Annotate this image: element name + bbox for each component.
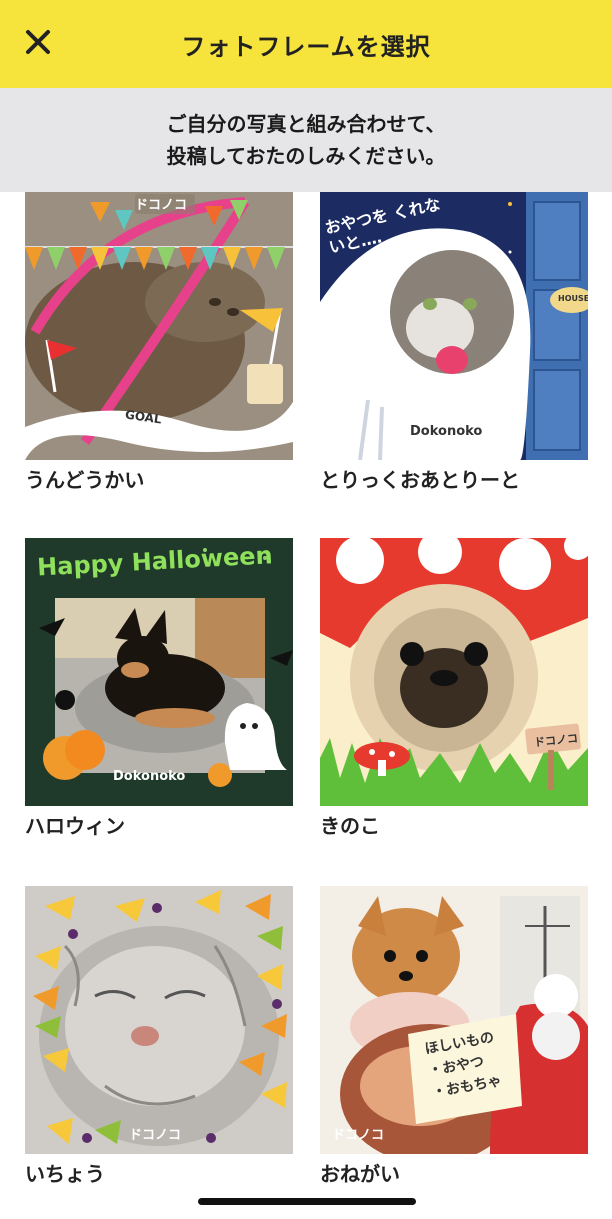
instruction-line-1: ご自分の写真と組み合わせて、 [166,112,446,136]
close-button[interactable] [18,22,58,62]
frame-thumbnail: Happy Halloween Dokonoko [25,538,293,806]
brand-tag: Dokonoko [410,424,483,439]
frame-card-halloween[interactable]: Happy Halloween Dokonoko ハロウィン [25,538,293,840]
frame-label: いちょう [25,1162,105,1186]
instruction-banner: ご自分の写真と組み合わせて、 投稿しておたのしみください。 [0,88,612,192]
house-sign: HOUSE [558,294,588,303]
page-title: フォトフレームを選択 [181,32,431,61]
brand-tag: Dokonoko [113,769,186,784]
frame-card-sports-day[interactable]: ドコノコ GOAL うんどうかい [25,192,293,494]
brand-tag: ドコノコ [129,1128,182,1143]
frame-card-mushroom[interactable]: ドコノコ きのこ [320,538,588,840]
home-indicator[interactable] [198,1198,416,1205]
frame-label: きのこ [320,814,380,838]
frame-card-trick-or-treat[interactable]: おやつを くれないと‥‥ HOUSE Dokonoko とりっくおあとりーと [320,192,588,494]
frame-thumbnail: ドコノコ [25,886,293,1154]
close-icon [26,30,50,54]
frame-label: とりっくおあとりーと [320,468,520,492]
frame-thumbnail: ドコノコ [320,538,588,806]
frame-label: ハロウィン [25,814,125,838]
frame-label: うんどうかい [25,468,145,492]
frame-thumbnail: ドコノコ GOAL [25,192,293,460]
frame-card-wish[interactable]: ほしいもの ・おやつ ・おもちゃ ドコノコ おねがい [320,886,588,1188]
brand-tag: ドコノコ [332,1128,385,1143]
top-bar: フォトフレームを選択 [0,0,612,88]
frame-thumbnail: ほしいもの ・おやつ ・おもちゃ ドコノコ [320,886,588,1154]
frame-label: おねがい [320,1162,400,1186]
frame-thumbnail: おやつを くれないと‥‥ HOUSE Dokonoko [320,192,588,460]
frame-card-ginkgo[interactable]: ドコノコ いちょう [25,886,293,1188]
brand-tag: ドコノコ [135,198,188,213]
instruction-line-2: 投稿しておたのしみください。 [166,144,446,168]
